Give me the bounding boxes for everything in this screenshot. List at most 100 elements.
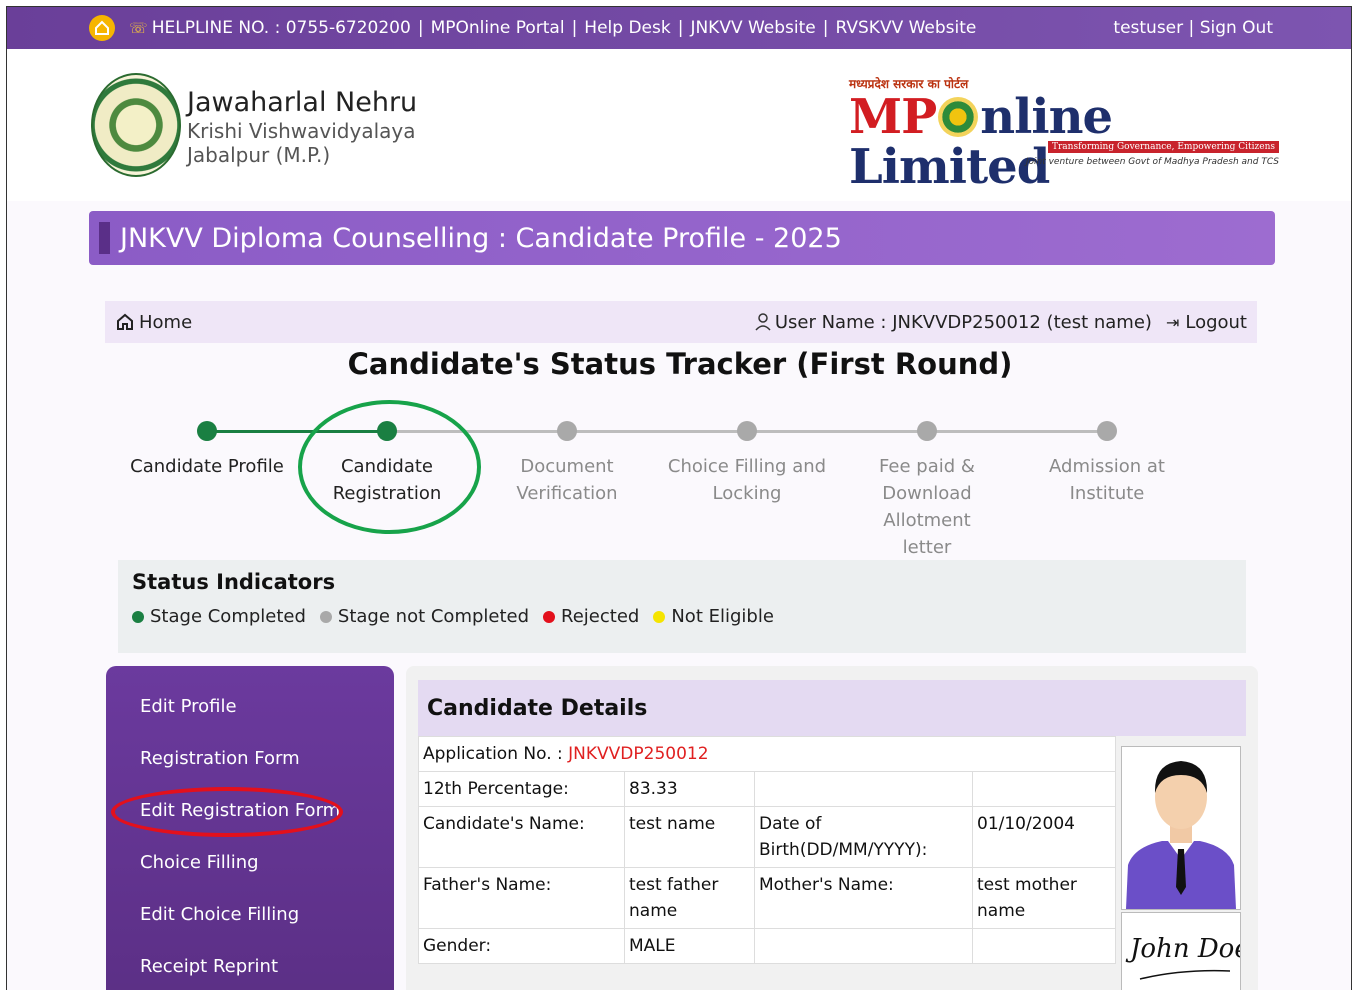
page-title-bar: JNKVV Diploma Counselling : Candidate Pr… <box>89 211 1275 265</box>
status-indicators-title: Status Indicators <box>132 570 336 594</box>
page-frame: ☏ HELPLINE NO. : 0755-6720200 | MPOnline… <box>6 6 1352 990</box>
table-row: Candidate's Name: test name Date of Birt… <box>418 806 1116 868</box>
step-admission: Admission at Institute <box>1047 417 1167 507</box>
dot-icon <box>543 610 556 623</box>
application-no-value: JNKVVDP250012 <box>568 744 709 764</box>
separator: | <box>1188 18 1200 38</box>
step-label: Candidate Profile <box>130 456 284 477</box>
avatar-icon <box>1122 747 1240 909</box>
university-line-1: Jawaharlal Nehru <box>187 87 418 118</box>
empty-cell <box>972 771 1116 807</box>
title-marker <box>99 222 110 254</box>
separator: | <box>571 18 578 38</box>
step-label: Admission at Institute <box>1049 456 1165 504</box>
mp-logo-tagline: Transforming Governance, Empowering Citi… <box>1048 141 1279 153</box>
gender-value: MALE <box>624 928 755 964</box>
home-label: Home <box>139 311 193 333</box>
sign-out-link[interactable]: Sign Out <box>1200 18 1273 38</box>
separator: | <box>822 18 829 38</box>
legend-completed: Stage Completed <box>132 606 306 627</box>
university-line-3: Jabalpur (M.P.) <box>187 143 331 168</box>
logout-link[interactable]: ⇥ Logout <box>1166 312 1247 333</box>
site-header: Jawaharlal Nehru Krishi Vishwavidyalaya … <box>7 49 1351 201</box>
top-username: testuser <box>1113 18 1184 38</box>
candidate-signature: John Doe <box>1121 912 1250 990</box>
sidebar-item-edit-choice-filling[interactable]: Edit Choice Filling <box>106 894 394 946</box>
university-line-2: Krishi Vishwavidyalaya <box>187 119 416 144</box>
step-dot <box>197 421 217 441</box>
link-mponline-portal[interactable]: MPOnline Portal <box>431 18 565 38</box>
tracker-title: Candidate's Status Tracker (First Round) <box>347 347 1013 381</box>
step-label: Fee paid & Download Allotment letter <box>879 456 975 558</box>
home-outline-icon <box>117 313 133 330</box>
mp-logo-emblem <box>938 97 979 137</box>
highlight-circle-annotation <box>298 400 481 534</box>
dot-icon <box>319 610 332 623</box>
dot-icon <box>132 610 144 623</box>
table-row: Gender: MALE <box>418 928 1116 964</box>
application-no-cell: Application No. : JNKVVDP250012 <box>418 736 1116 772</box>
university-logo <box>91 73 181 177</box>
status-legend: Stage Completed Stage not Completed Reje… <box>132 606 1232 627</box>
sidebar-item-edit-profile[interactable]: Edit Profile <box>106 686 394 738</box>
status-indicators: Status Indicators Stage Completed Stage … <box>118 560 1246 653</box>
signature-icon: John Doe <box>1125 934 1250 980</box>
svg-text:John Doe: John Doe <box>1125 934 1240 964</box>
candidate-details-title: Candidate Details <box>418 680 1246 736</box>
candidate-photo <box>1121 746 1241 910</box>
mother-name-label: Mother's Name: <box>754 867 973 929</box>
step-dot <box>917 421 937 441</box>
link-jnkvv-website[interactable]: JNKVV Website <box>690 18 815 38</box>
dob-label: Date of Birth(DD/MM/YYYY): <box>754 806 973 868</box>
dob-value: 01/10/2004 <box>972 806 1116 868</box>
candidate-name-value: test name <box>624 806 755 868</box>
father-name-label: Father's Name: <box>418 867 625 929</box>
home-icon[interactable] <box>89 15 115 41</box>
mp-logo-jv: Joint venture between Govt of Madhya Pra… <box>1025 157 1279 167</box>
step-dot <box>1097 421 1117 441</box>
logout-label: Logout <box>1185 311 1247 333</box>
legend-rejected: Rejected <box>543 606 639 627</box>
sidebar-item-receipt-reprint[interactable]: Receipt Reprint <box>106 946 394 990</box>
university-name: Jawaharlal Nehru Krishi Vishwavidyalaya … <box>187 87 417 167</box>
empty-cell <box>754 771 973 807</box>
top-bar: ☏ HELPLINE NO. : 0755-6720200 | MPOnline… <box>7 7 1351 49</box>
nav-bar: Home User Name : JNKVVDP250012 (test nam… <box>105 301 1257 343</box>
separator: | <box>677 18 684 38</box>
candidate-name-label: Candidate's Name: <box>418 806 625 868</box>
user-icon <box>755 313 771 331</box>
top-user-area: testuser | Sign Out <box>1113 18 1273 38</box>
helpline-text: HELPLINE NO. : 0755-6720200 <box>151 18 411 38</box>
gender-label: Gender: <box>418 928 625 964</box>
highlight-ellipse-annotation <box>111 787 343 837</box>
table-row: Application No. : JNKVVDP250012 <box>418 736 1116 772</box>
legend-not-completed: Stage not Completed <box>319 606 529 627</box>
step-dot <box>557 421 577 441</box>
page-title: JNKVV Diploma Counselling : Candidate Pr… <box>120 222 842 254</box>
percentage-label: 12th Percentage: <box>418 771 625 807</box>
sidebar-item-choice-filling[interactable]: Choice Filling <box>106 842 394 894</box>
step-fee-paid: Fee paid & Download Allotment letter <box>857 417 997 561</box>
user-info: User Name : JNKVVDP250012 (test name) <box>755 312 1152 333</box>
status-tracker: Candidate Profile Candidate Registration… <box>117 417 1197 558</box>
link-help-desk[interactable]: Help Desk <box>584 18 670 38</box>
separator: | <box>417 18 424 38</box>
step-document-verification: Document Verification <box>512 417 622 507</box>
home-link[interactable]: Home <box>115 312 192 333</box>
candidate-details-panel: Candidate Details Application No. : JNKV… <box>406 666 1258 990</box>
logout-icon: ⇥ <box>1165 312 1180 332</box>
empty-cell <box>972 928 1116 964</box>
step-dot <box>737 421 757 441</box>
mponline-logo: मध्यप्रदेश सरकार का पोर्टल MP nline Limit… <box>849 75 1279 192</box>
step-label: Document Verification <box>516 456 618 504</box>
table-row: 12th Percentage: 83.33 <box>418 771 1116 807</box>
empty-cell <box>754 928 973 964</box>
user-name-text: User Name : JNKVVDP250012 (test name) <box>774 311 1152 333</box>
top-links: ☏ HELPLINE NO. : 0755-6720200 | MPOnline… <box>129 18 976 38</box>
step-candidate-profile: Candidate Profile <box>117 417 297 480</box>
step-choice-filling: Choice Filling and Locking <box>667 417 827 507</box>
link-rvskvv-website[interactable]: RVSKVV Website <box>836 18 977 38</box>
father-name-value: test father name <box>624 867 755 929</box>
application-no-label: Application No. : <box>423 744 563 764</box>
sidebar-item-registration-form[interactable]: Registration Form <box>106 738 394 790</box>
